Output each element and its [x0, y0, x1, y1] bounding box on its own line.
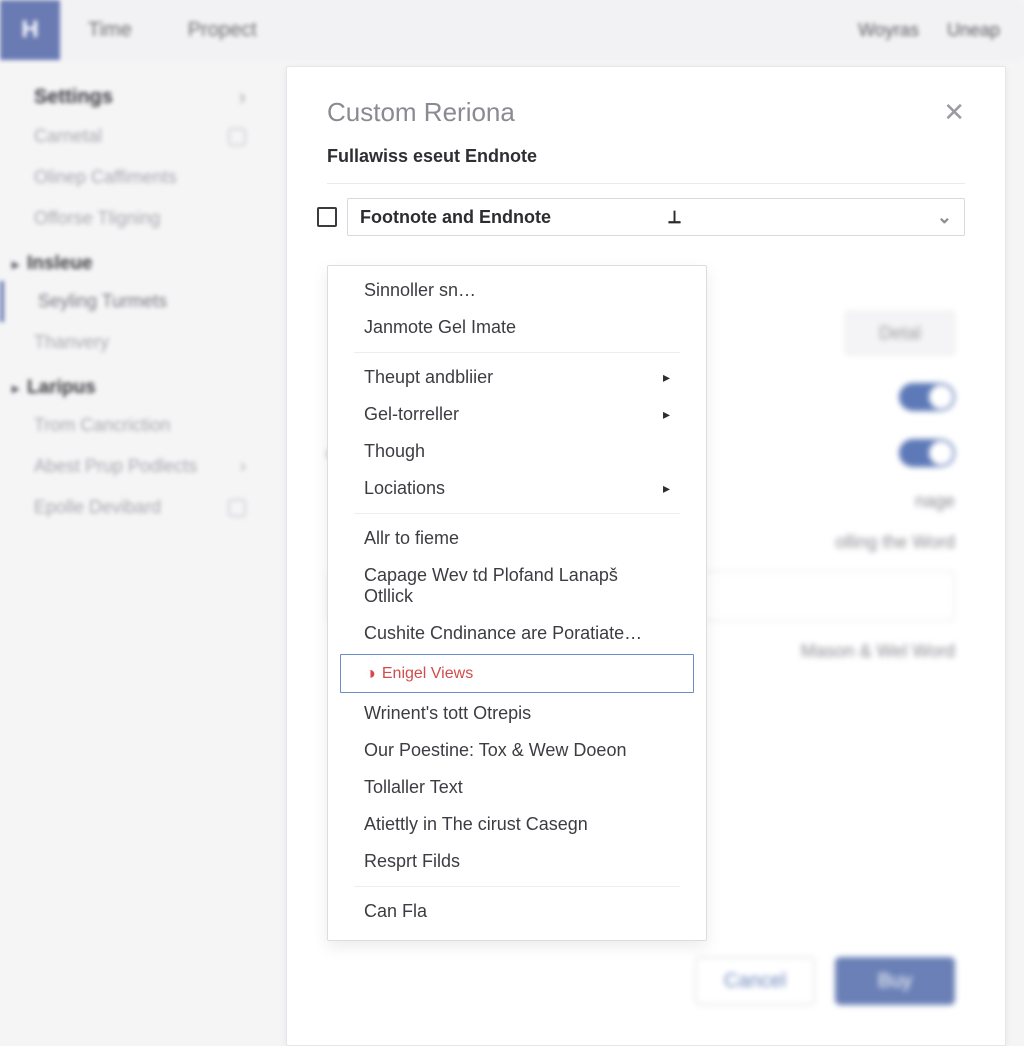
sidebar-heading-settings[interactable]: Settings ›: [0, 78, 280, 116]
sidebar-item-carnetal[interactable]: Carnetal: [0, 116, 280, 157]
dropdown-item-label: Gel-torreller: [364, 404, 459, 425]
anchor-icon: ⟂: [668, 207, 680, 228]
sidebar: Settings › Carnetal Olinep Caffiments Of…: [0, 60, 280, 1024]
sidebar-section-label: Laripus: [27, 377, 96, 399]
sidebar-section-insleue[interactable]: ▸ Insleue: [0, 239, 280, 281]
app-logo[interactable]: H: [0, 0, 60, 60]
dropdown-item[interactable]: Our Poestine: Tox & Wew Doeon: [328, 732, 706, 769]
dropdown-item[interactable]: Sinnoller sn…: [328, 272, 706, 309]
dropdown-item-submenu[interactable]: Gel-torreller ▸: [328, 396, 706, 433]
top-right-link-2[interactable]: Uneap: [947, 20, 1000, 41]
chevron-right-icon: ▸: [663, 480, 670, 497]
divider: [354, 886, 680, 887]
top-tab-time[interactable]: Time: [60, 19, 160, 42]
sidebar-item-trom[interactable]: Trom Cancriction: [0, 405, 280, 446]
caret-right-icon: ▸: [12, 380, 19, 397]
top-bar: H Time Propect Woyras Uneap: [0, 0, 1024, 60]
category-select[interactable]: Footnote and Endnote ⟂ ⌄: [347, 198, 965, 236]
top-tab-propect[interactable]: Propect: [160, 19, 285, 42]
dropdown-item[interactable]: Allr to fieme: [328, 520, 706, 557]
category-dropdown: Sinnoller sn… Janmote Gel Imate Theupt a…: [327, 265, 707, 941]
sidebar-item-seyling[interactable]: Seyling Turmets: [0, 281, 280, 322]
dropdown-item-label: Enigel Views: [382, 665, 473, 683]
sidebar-item-label: Carnetal: [34, 126, 102, 147]
document-icon: [317, 207, 337, 227]
dropdown-item[interactable]: Can Fla: [328, 893, 706, 930]
dropdown-item-label: Lociations: [364, 478, 445, 499]
modal-title: Custom Reriona: [327, 97, 515, 128]
sidebar-item-label: Abest Prup Podlects: [34, 456, 197, 477]
sidebar-item-label: Epolle Devibard: [34, 497, 161, 518]
select-value: Footnote and Endnote: [360, 207, 551, 228]
dropdown-item[interactable]: Tollaller Text: [328, 769, 706, 806]
dropdown-item[interactable]: Though: [328, 433, 706, 470]
top-right-link-1[interactable]: Woyras: [858, 20, 919, 41]
divider: [354, 352, 680, 353]
modal-custom-reriona: Custom Reriona ✕ Fullawiss eseut Endnote…: [286, 66, 1006, 1046]
toggle-2[interactable]: [899, 439, 955, 467]
chevron-right-icon: ▸: [663, 406, 670, 423]
sidebar-heading-label: Settings: [34, 86, 113, 109]
chevron-right-icon: ›: [239, 84, 246, 110]
divider: [327, 183, 965, 184]
modal-subtitle: Fullawiss eseut Endnote: [287, 142, 1005, 179]
dropdown-item[interactable]: Cushite Cndinance are Poratiate…: [328, 615, 706, 652]
checkbox-icon: [228, 499, 246, 517]
dropdown-item[interactable]: Atiettly in The cirust Casegn: [328, 806, 706, 843]
sidebar-item-label: Offorse Tligning: [34, 208, 160, 229]
close-icon[interactable]: ✕: [943, 97, 965, 128]
sidebar-item-abest[interactable]: Abest Prup Podlects ›: [0, 446, 280, 487]
toggle-1[interactable]: [899, 383, 955, 411]
buy-button[interactable]: Buy: [835, 957, 955, 1005]
checkbox-icon: [228, 128, 246, 146]
chevron-right-icon: ›: [240, 456, 246, 477]
chevron-right-icon: ▸: [663, 369, 670, 386]
dropdown-item-label: Theupt andbliier: [364, 367, 493, 388]
sidebar-item-olinep[interactable]: Olinep Caffiments: [0, 157, 280, 198]
dropdown-item-submenu[interactable]: Theupt andbliier ▸: [328, 359, 706, 396]
dropdown-item-highlighted[interactable]: ◑ Enigel Views: [340, 654, 694, 693]
dropdown-item[interactable]: Resprt Filds: [328, 843, 706, 880]
dropdown-item-submenu[interactable]: Lociations ▸: [328, 470, 706, 507]
dropdown-item[interactable]: Capage Wev td Plofand Lanapš Otllick: [328, 557, 706, 615]
sidebar-section-label: Insleue: [27, 253, 92, 275]
content-area: Custom Reriona ✕ Fullawiss eseut Endnote…: [280, 60, 1024, 1024]
divider: [354, 513, 680, 514]
dropdown-item[interactable]: Janmote Gel Imate: [328, 309, 706, 346]
dropdown-item[interactable]: Wrinent's tott Otrepis: [328, 695, 706, 732]
warning-icon: ◑: [365, 663, 376, 684]
sidebar-item-offorse[interactable]: Offorse Tligning: [0, 198, 280, 239]
cancel-button[interactable]: Cancel: [695, 957, 815, 1005]
chevron-down-icon: ⌄: [937, 207, 952, 228]
sidebar-item-epolle[interactable]: Epolle Devibard: [0, 487, 280, 528]
sidebar-item-thanvery[interactable]: Thanvery: [0, 322, 280, 363]
detail-button[interactable]: Detal: [845, 311, 955, 355]
sidebar-section-laripus[interactable]: ▸ Laripus: [0, 363, 280, 405]
caret-right-icon: ▸: [12, 256, 19, 273]
sidebar-item-label: Olinep Caffiments: [34, 167, 177, 188]
